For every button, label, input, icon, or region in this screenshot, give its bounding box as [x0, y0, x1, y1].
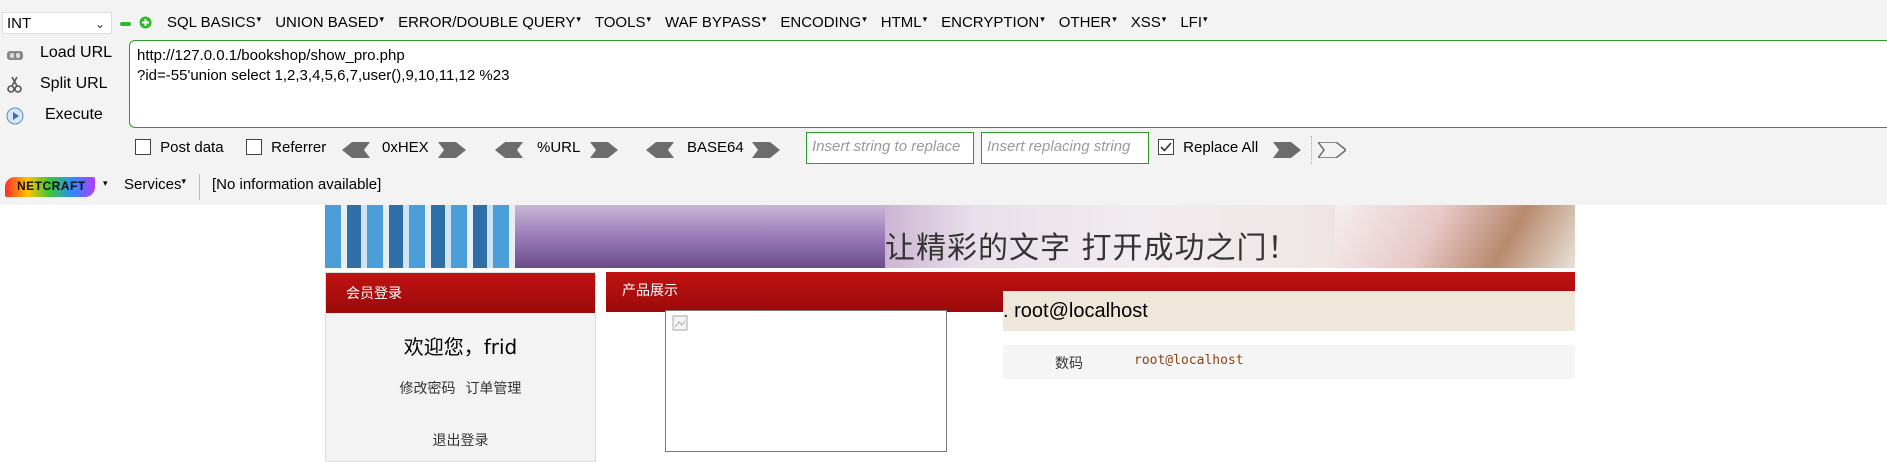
banner-book-pages [1335, 205, 1575, 268]
divider [1311, 136, 1312, 164]
base64-decode-arrow-icon[interactable] [646, 142, 674, 158]
product-image-placeholder [665, 310, 947, 452]
load-url-button[interactable]: Load URL [0, 40, 125, 68]
netcraft-logo-text: NETCRAFT [17, 179, 86, 193]
product-content: . root@localhost 数码 root@localhost [606, 291, 1575, 462]
execute-button[interactable]: Execute [0, 102, 125, 130]
add-icon[interactable] [139, 16, 152, 29]
hex-decode-arrow-icon[interactable] [342, 142, 370, 158]
post-data-toggle[interactable]: Post data [135, 138, 224, 162]
base64-label: BASE64 [687, 139, 744, 156]
execute-label: Execute [45, 106, 103, 123]
netcraft-logo[interactable]: NETCRAFT [5, 177, 95, 197]
hex-encode-arrow-icon[interactable] [438, 142, 466, 158]
split-url-button[interactable]: Split URL [0, 71, 125, 99]
banner-text: 让精彩的文字 打开成功之门！ [885, 231, 1299, 266]
change-password-link[interactable]: 修改密码 [400, 380, 456, 396]
url-line-2: ?id=-55'union select 1,2,3,4,5,6,7,user(… [137, 67, 510, 84]
menu-sql-basics[interactable]: SQL BASICS▾ [167, 14, 261, 31]
welcome-text: 欢迎您，frid [403, 335, 518, 359]
menu-encoding[interactable]: ENCODING▾ [780, 14, 866, 31]
type-select[interactable]: INT ⌄ [2, 12, 112, 34]
banner-lavender [515, 205, 885, 268]
quantity-label: 数码 [1055, 355, 1083, 371]
order-management-link[interactable]: 订单管理 [465, 380, 521, 396]
play-icon [6, 107, 24, 125]
quantity-value: root@localhost [1134, 353, 1244, 368]
replace-from-placeholder: Insert string to replace [812, 138, 961, 155]
url-textarea[interactable]: http://127.0.0.1/bookshop/show_pro.php ?i… [129, 40, 1887, 128]
split-url-label: Split URL [40, 75, 108, 92]
url-line-1: http://127.0.0.1/bookshop/show_pro.php [137, 47, 405, 64]
referrer-toggle[interactable]: Referrer [246, 138, 326, 162]
url-encode-arrow-icon[interactable] [590, 142, 618, 158]
product-display-title: 产品展示 [622, 282, 678, 298]
post-data-label: Post data [160, 138, 224, 156]
load-url-label: Load URL [40, 44, 113, 61]
logout-link[interactable]: 退出登录 [326, 430, 595, 450]
broken-image-icon [672, 315, 688, 331]
menu-other[interactable]: OTHER▾ [1059, 14, 1117, 31]
menu-union-based[interactable]: UNION BASED▾ [275, 14, 384, 31]
hackbar-menu: SQL BASICS▾ UNION BASED▾ ERROR/DOUBLE QU… [167, 14, 1222, 31]
member-links: 修改密码 订单管理 [326, 378, 595, 398]
post-data-checkbox[interactable] [135, 139, 151, 156]
web-page: 让精彩的文字 打开成功之门！ 会员登录 欢迎您，frid 修改密码 订单管理 退… [0, 205, 1887, 462]
member-login-title: 会员登录 [346, 285, 402, 301]
menu-encryption[interactable]: ENCRYPTION▾ [941, 14, 1045, 31]
replace-left-arrow-icon[interactable] [1316, 141, 1348, 159]
banner-image: 让精彩的文字 打开成功之门！ [325, 205, 1575, 268]
menu-waf-bypass[interactable]: WAF BYPASS▾ [665, 14, 766, 31]
netcraft-info-text: [No information available] [212, 176, 382, 193]
replace-from-input[interactable]: Insert string to replace [806, 132, 974, 164]
referrer-label: Referrer [271, 138, 327, 156]
url-decode-arrow-icon[interactable] [495, 142, 523, 158]
product-info-row: 数码 root@localhost [1003, 345, 1575, 379]
menu-xss[interactable]: XSS▾ [1131, 14, 1167, 31]
url-encode-label: %URL [537, 139, 581, 156]
menu-lfi[interactable]: LFI▾ [1180, 14, 1207, 31]
banner-books [325, 205, 515, 268]
member-login-header: 会员登录 [326, 273, 595, 313]
replace-to-input[interactable]: Insert replacing string [981, 132, 1149, 164]
product-title: . root@localhost [1003, 300, 1148, 322]
services-menu[interactable]: Services▾ [124, 176, 186, 193]
member-panel: 会员登录 欢迎您，frid 修改密码 订单管理 退出登录 [325, 272, 596, 462]
base64-encode-arrow-icon[interactable] [752, 142, 780, 158]
replace-to-placeholder: Insert replacing string [987, 138, 1131, 155]
referrer-checkbox[interactable] [246, 139, 262, 156]
hackbar-toolbar: INT ⌄ SQL BASICS▾ UNION BASED▾ ERROR/DOU… [0, 0, 1887, 205]
menu-tools[interactable]: TOOLS▾ [595, 14, 651, 31]
collapse-icon[interactable] [120, 22, 131, 26]
type-select-value: INT [7, 15, 32, 32]
divider [199, 174, 200, 200]
menu-html[interactable]: HTML▾ [881, 14, 927, 31]
hex-label: 0xHEX [382, 139, 429, 156]
chevron-down-icon: ⌄ [94, 17, 105, 31]
replace-all-checkbox[interactable] [1158, 139, 1174, 156]
replace-right-arrow-icon[interactable] [1273, 142, 1301, 158]
menu-error-double-query[interactable]: ERROR/DOUBLE QUERY▾ [398, 14, 581, 31]
netcraft-dropdown-icon[interactable]: ▾ [103, 178, 108, 189]
replace-all-toggle[interactable]: Replace All [1158, 138, 1258, 162]
load-url-icon [6, 45, 24, 63]
scissors-icon [6, 76, 24, 94]
replace-all-label: Replace All [1183, 138, 1259, 156]
